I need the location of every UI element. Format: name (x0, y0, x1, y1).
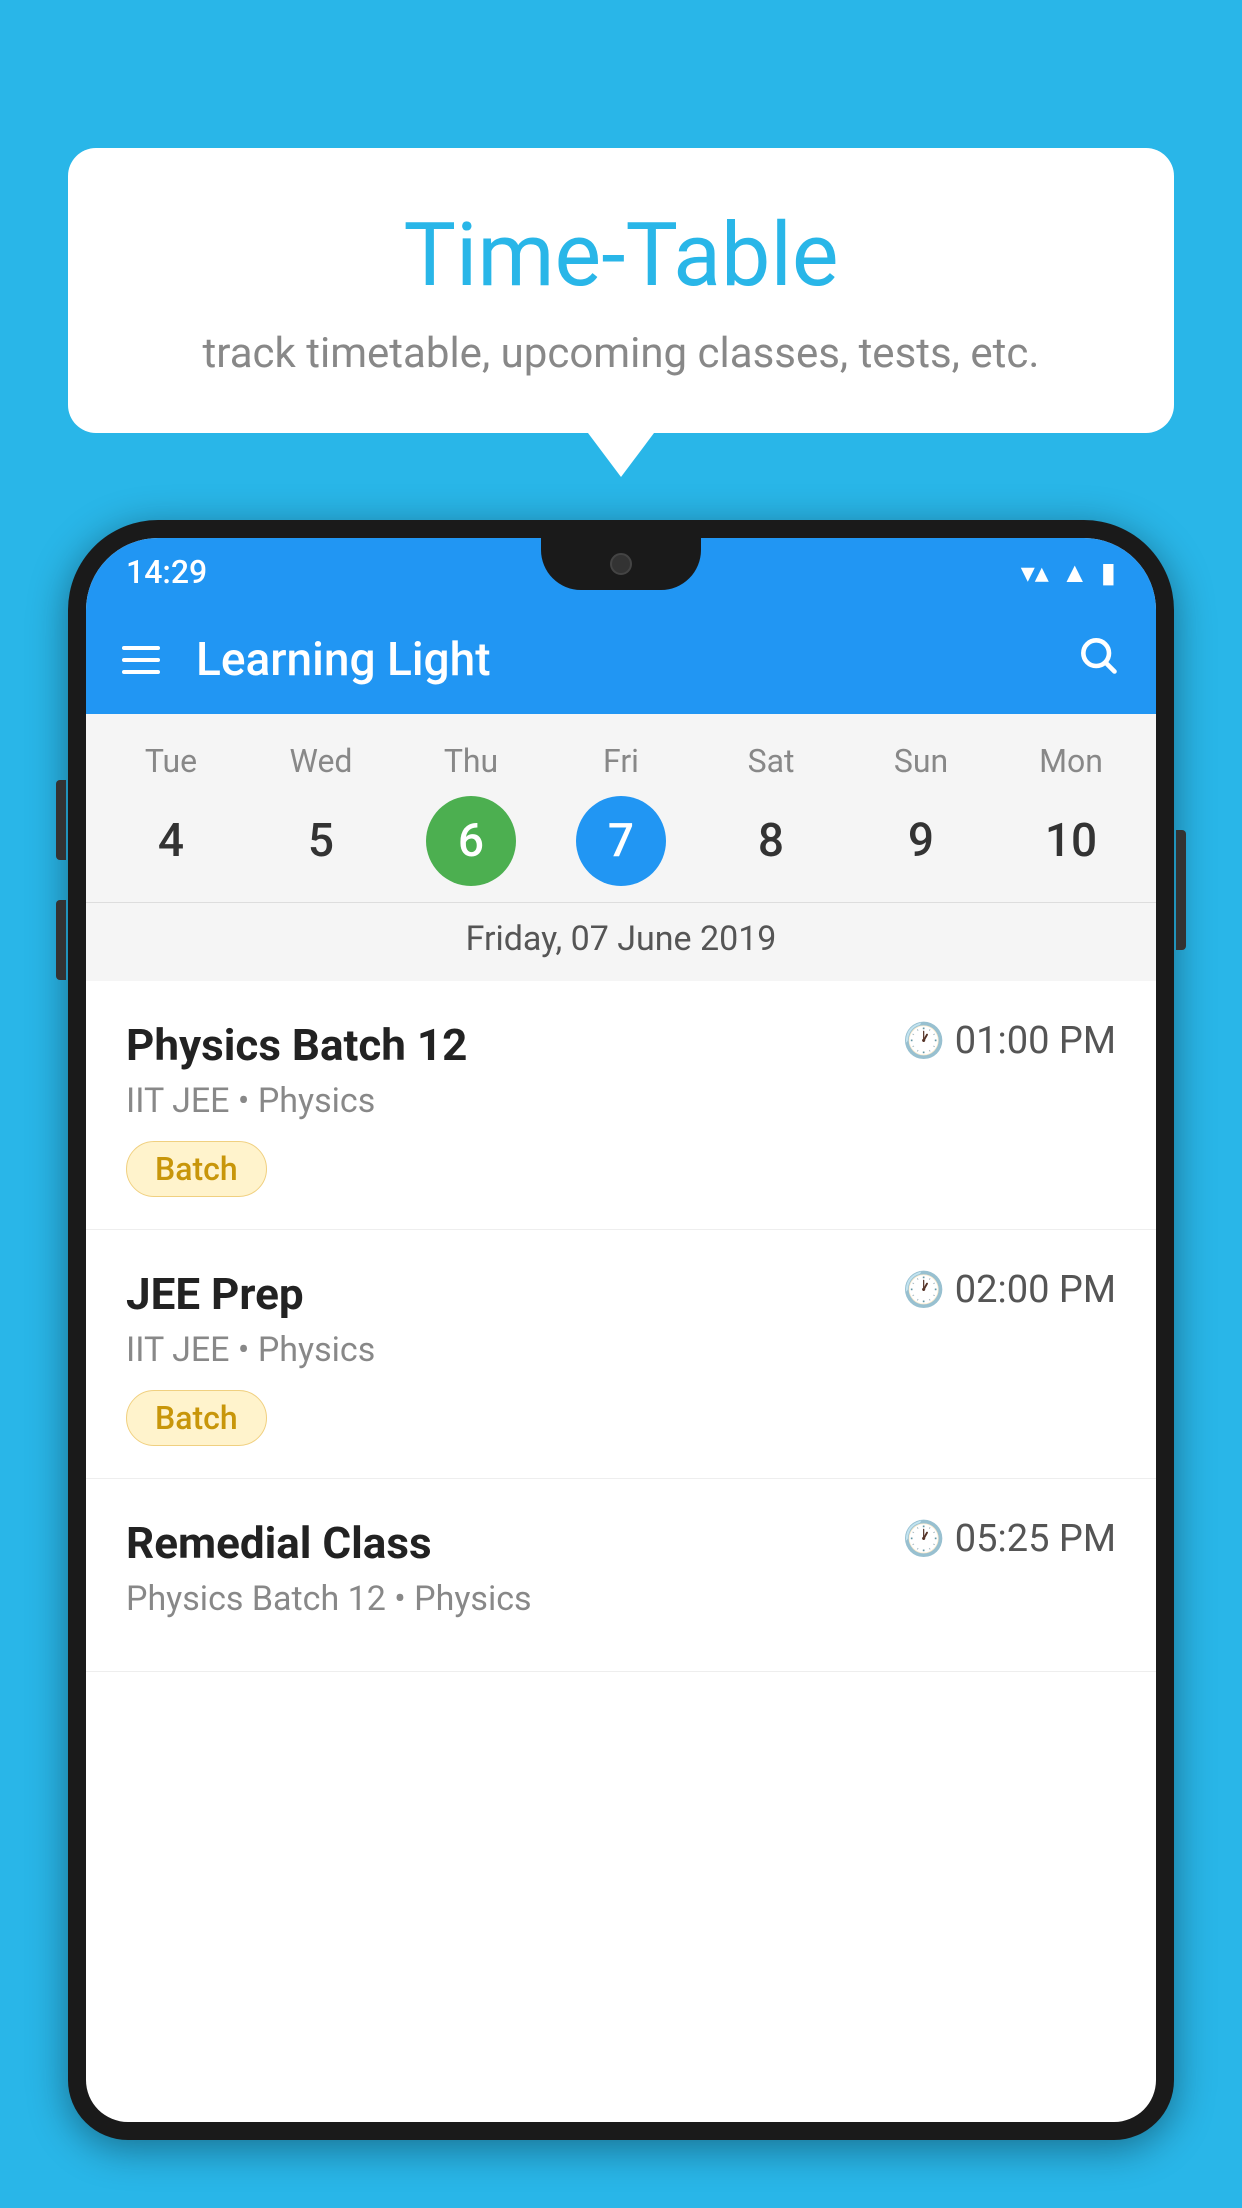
speech-bubble-section: Time-Table track timetable, upcoming cla… (68, 148, 1174, 433)
app-title: Learning Light (196, 633, 1076, 687)
class-item[interactable]: Physics Batch 12 🕐 01:00 PM IIT JEE • Phys… (86, 981, 1156, 1230)
days-row: Tue 4 Wed 5 Thu 6 Fri 7 Sat 8 Sun 9 Mon 10 (86, 742, 1156, 898)
day-number: 9 (876, 796, 966, 886)
class-name: Remedial Class (126, 1517, 432, 1569)
search-button[interactable] (1076, 633, 1120, 688)
day-number: 4 (126, 796, 216, 886)
app-header: Learning Light (86, 606, 1156, 714)
battery-icon: ▮ (1101, 556, 1116, 589)
phone-screen: 14:29 ▾▴ ▲ ▮ Learning Light (86, 538, 1156, 2122)
day-number: 5 (276, 796, 366, 886)
class-meta: IIT JEE • Physics (126, 1330, 1116, 1370)
card-title: Time-Table (108, 208, 1134, 305)
day-number: 6 (426, 796, 516, 886)
volume-up-button (56, 780, 66, 860)
phone-body: 14:29 ▾▴ ▲ ▮ Learning Light (68, 520, 1174, 2140)
day-col-fri[interactable]: Fri 7 (556, 742, 686, 886)
class-meta: Physics Batch 12 • Physics (126, 1579, 1116, 1619)
status-time: 14:29 (126, 553, 207, 591)
clock-icon: 🕐 (902, 1270, 944, 1310)
clock-icon: 🕐 (902, 1021, 944, 1061)
selected-date-label: Friday, 07 June 2019 (86, 902, 1156, 981)
hamburger-menu-button[interactable] (122, 646, 160, 674)
day-number: 7 (576, 796, 666, 886)
day-name: Mon (1039, 742, 1103, 780)
clock-icon: 🕐 (902, 1519, 944, 1559)
batch-tag: Batch (126, 1390, 267, 1446)
calendar-section: Tue 4 Wed 5 Thu 6 Fri 7 Sat 8 Sun 9 Mon 10 Friday, 07… (86, 714, 1156, 981)
day-number: 10 (1026, 796, 1116, 886)
day-name: Thu (444, 742, 498, 780)
day-col-mon[interactable]: Mon 10 (1006, 742, 1136, 886)
day-col-wed[interactable]: Wed 5 (256, 742, 386, 886)
class-time: 🕐 05:25 PM (902, 1517, 1116, 1561)
day-name: Fri (603, 742, 639, 780)
notch (541, 538, 701, 590)
status-bar: 14:29 ▾▴ ▲ ▮ (86, 538, 1156, 606)
camera (610, 553, 632, 575)
class-item-header: Physics Batch 12 🕐 01:00 PM (126, 1019, 1116, 1071)
status-icons: ▾▴ ▲ ▮ (1021, 556, 1116, 589)
card-subtitle: track timetable, upcoming classes, tests… (108, 329, 1134, 378)
class-name: Physics Batch 12 (126, 1019, 467, 1071)
day-number: 8 (726, 796, 816, 886)
batch-tag: Batch (126, 1141, 267, 1197)
day-col-sat[interactable]: Sat 8 (706, 742, 836, 886)
volume-down-button (56, 900, 66, 980)
class-time: 🕐 02:00 PM (902, 1268, 1116, 1312)
class-item[interactable]: JEE Prep 🕐 02:00 PM IIT JEE • Physics Batch (86, 1230, 1156, 1479)
day-name: Wed (290, 742, 353, 780)
class-item[interactable]: Remedial Class 🕐 05:25 PM Physics Batch 12… (86, 1479, 1156, 1672)
class-list: Physics Batch 12 🕐 01:00 PM IIT JEE • Phys… (86, 981, 1156, 1672)
wifi-icon: ▾▴ (1021, 556, 1049, 589)
class-meta: IIT JEE • Physics (126, 1081, 1116, 1121)
speech-bubble-card: Time-Table track timetable, upcoming cla… (68, 148, 1174, 433)
day-name: Sat (748, 742, 795, 780)
signal-icon: ▲ (1061, 556, 1089, 589)
day-col-thu[interactable]: Thu 6 (406, 742, 536, 886)
day-col-sun[interactable]: Sun 9 (856, 742, 986, 886)
power-button (1176, 830, 1186, 950)
class-item-header: JEE Prep 🕐 02:00 PM (126, 1268, 1116, 1320)
class-name: JEE Prep (126, 1268, 304, 1320)
day-col-tue[interactable]: Tue 4 (106, 742, 236, 886)
phone-mockup: 14:29 ▾▴ ▲ ▮ Learning Light (68, 520, 1174, 2208)
day-name: Sun (894, 742, 948, 780)
class-time: 🕐 01:00 PM (902, 1019, 1116, 1063)
class-item-header: Remedial Class 🕐 05:25 PM (126, 1517, 1116, 1569)
day-name: Tue (145, 742, 197, 780)
